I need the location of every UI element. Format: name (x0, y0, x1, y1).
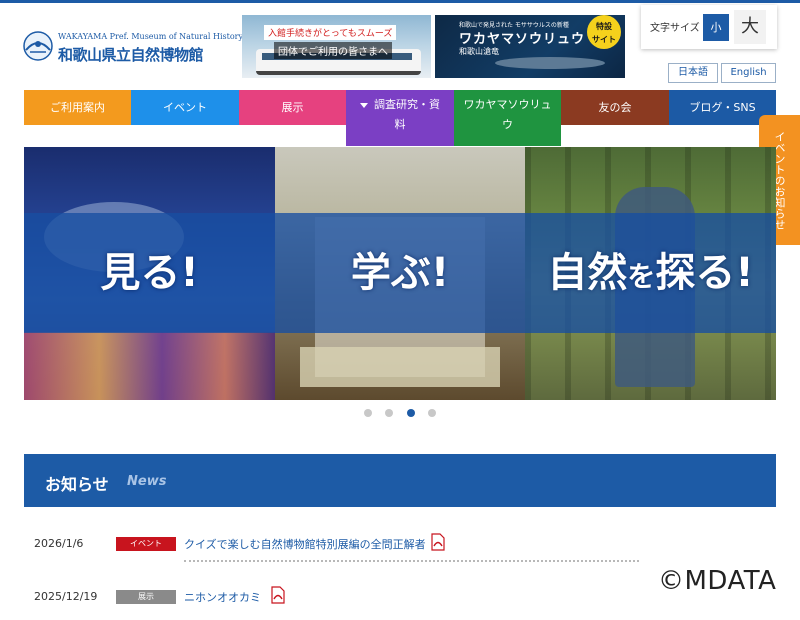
language-english-button[interactable]: English (721, 63, 776, 83)
hero-word-nature: 自然 (547, 250, 628, 296)
dropdown-triangle-icon (360, 102, 368, 108)
nav-wakayamasouryu-label: ワカヤマソウリュ (463, 98, 552, 111)
top-accent-line (0, 0, 800, 3)
nav-research-label-2: 料 (394, 118, 406, 131)
pdf-icon[interactable] (430, 533, 446, 551)
banner-caption-top: 入館手続きがとってもスムーズ (264, 25, 397, 40)
hero-slider[interactable]: 見る! 学ぶ! 自然を探る! (24, 147, 776, 400)
pdf-icon[interactable] (270, 586, 286, 604)
banner-small-text: 和歌山滄竜 (459, 47, 499, 56)
news-item: 2026/1/6 イベント クイズで楽しむ自然博物館特別展編の全問正解者 (24, 527, 644, 567)
news-date: 2026/1/6 (34, 537, 84, 550)
hero-word-explore: 自然を探る! (525, 243, 776, 303)
nav-blog-sns-label: ブログ・SNS (689, 101, 756, 114)
nav-friends[interactable]: 友の会 (561, 90, 669, 125)
news-link[interactable]: クイズで楽しむ自然博物館特別展編の全問正解者 (184, 536, 426, 552)
news-link[interactable]: ニホンオオカミ (184, 589, 261, 605)
language-japanese-button[interactable]: 日本語 (668, 63, 718, 83)
site-logo[interactable]: WAKAYAMA Pref. Museum of Natural History… (22, 30, 243, 66)
news-subtitle: News (127, 474, 167, 489)
font-size-control: 文字サイズ 小 大 (641, 5, 777, 49)
banner-title: ワカヤマソウリュウ (459, 32, 586, 47)
slider-dot-1[interactable] (364, 409, 372, 417)
hero-word-particle: を (627, 260, 656, 293)
news-header: お知らせ News (24, 454, 776, 507)
logo-english-name: WAKAYAMA Pref. Museum of Natural History (58, 32, 243, 41)
row-divider (184, 560, 639, 562)
coral-reef-image (24, 332, 275, 400)
nav-wakayamasouryu[interactable]: ワカヤマソウリュ ウ (454, 90, 561, 146)
group-visit-banner[interactable]: 入館手続きがとってもスムーズ 団体でご利用の皆さまへ (242, 15, 431, 78)
news-category-badge: 展示 (116, 590, 176, 604)
hero-word-search: 探る! (655, 250, 754, 296)
nav-friends-label: 友の会 (598, 101, 632, 114)
banner-caption-bottom: 団体でご利用の皆さまへ (274, 42, 392, 59)
font-size-large-button[interactable]: 大 (734, 10, 766, 44)
nav-events[interactable]: イベント (131, 90, 239, 125)
news-item: 2025/12/19 展示 ニホンオオカミ (24, 580, 644, 620)
nav-guide[interactable]: ご利用案内 (24, 90, 131, 125)
copyright-watermark: ©MDATA (658, 566, 777, 596)
font-size-small-button[interactable]: 小 (703, 14, 729, 41)
badge-line-2: サイト (592, 35, 616, 44)
news-title: お知らせ (45, 475, 109, 494)
slider-dot-3[interactable] (407, 409, 415, 417)
nav-guide-label: ご利用案内 (50, 101, 105, 114)
special-site-badge: 特設 サイト (587, 15, 621, 49)
hero-word-learn: 学ぶ! (350, 250, 450, 296)
logo-japanese-name: 和歌山県立自然博物館 (58, 46, 204, 64)
hero-word-see: 見る! (100, 250, 199, 296)
fossil-image (495, 57, 605, 69)
nav-exhibits-label: 展示 (281, 101, 304, 114)
nav-research-label: 調査研究・資 (374, 98, 440, 111)
main-navigation: ご利用案内 イベント 展示 調査研究・資 料 ワカヤマソウリュ ウ 友の会 ブロ… (24, 90, 776, 146)
slider-dot-4[interactable] (428, 409, 436, 417)
nav-exhibits[interactable]: 展示 (239, 90, 346, 125)
badge-line-1: 特設 (596, 22, 612, 31)
news-category-badge: イベント (116, 537, 176, 551)
nav-events-label: イベント (163, 101, 207, 114)
news-date: 2025/12/19 (34, 590, 98, 603)
nav-research[interactable]: 調査研究・資 料 (346, 90, 454, 146)
nav-wakayamasouryu-label-2: ウ (502, 118, 513, 131)
museum-logo-icon (23, 31, 53, 61)
slider-dot-2[interactable] (385, 409, 393, 417)
wakayamasouryu-banner[interactable]: 和歌山で発見された モササウルスの新種 ワカヤマソウリュウ 和歌山滄竜 特設 サ… (435, 15, 625, 78)
font-size-label: 文字サイズ (650, 23, 700, 34)
specimen-tray-image (300, 347, 500, 387)
